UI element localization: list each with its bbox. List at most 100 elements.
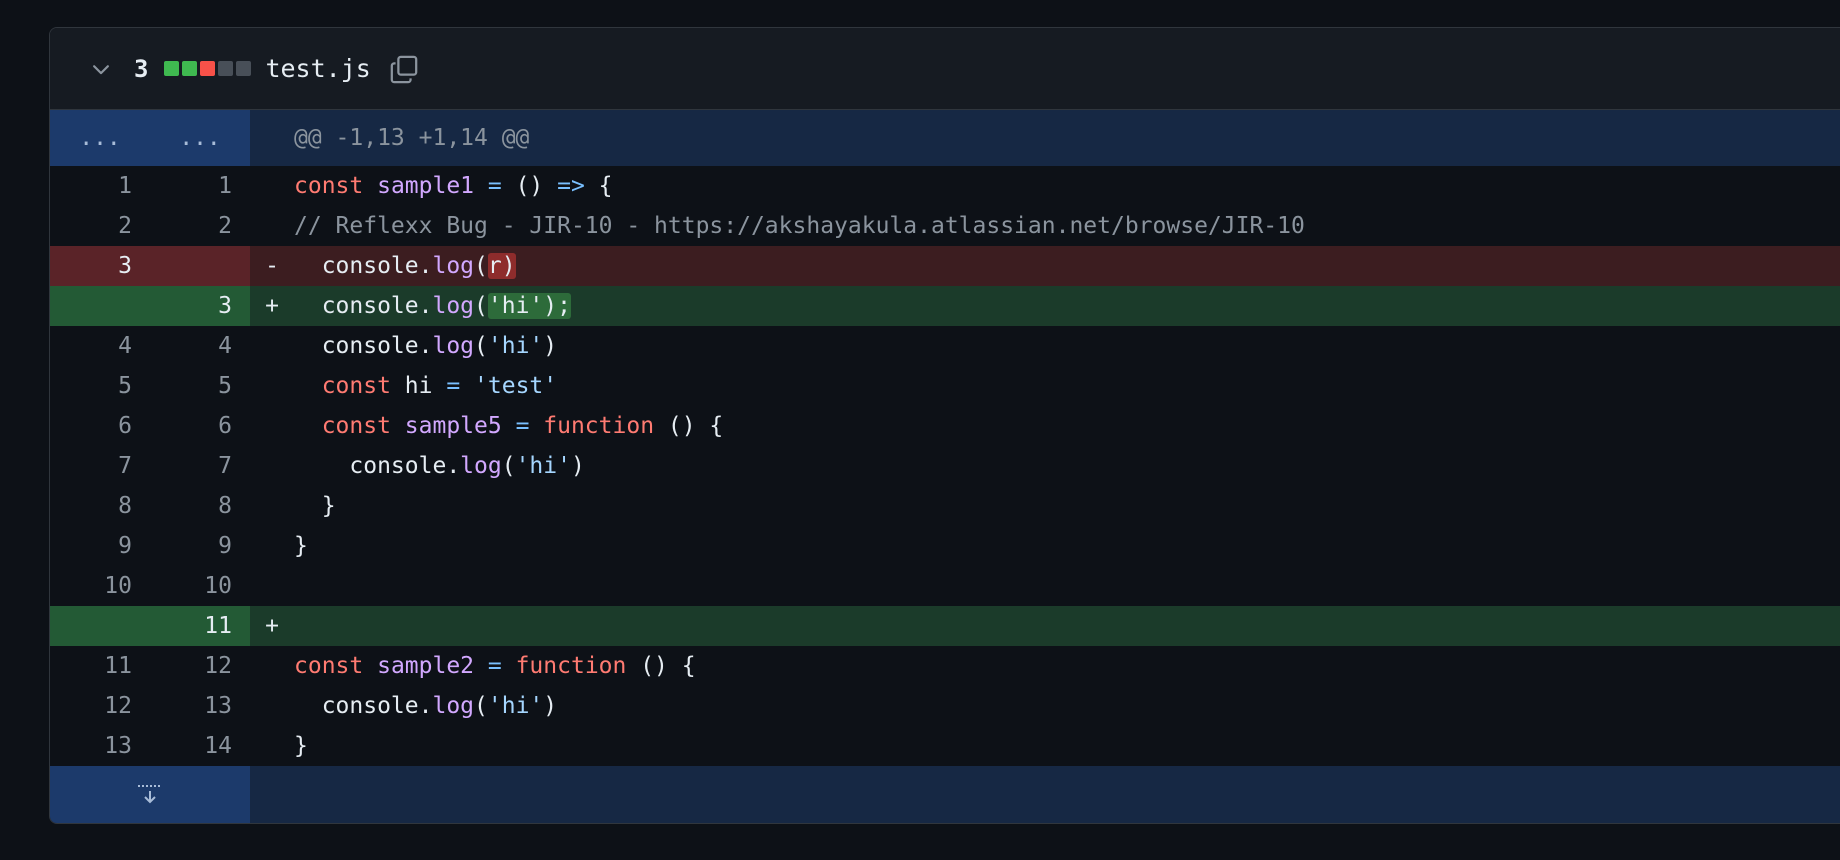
code-token: // Reflexx Bug - JIR-10 - https://akshay… <box>294 213 1305 239</box>
code-token: const <box>294 653 378 679</box>
new-line-number[interactable]: 5 <box>150 366 250 406</box>
code-token: log <box>432 293 475 319</box>
code-token: sample2 <box>377 653 475 679</box>
old-line-number[interactable]: 6 <box>50 406 150 446</box>
old-line-number[interactable]: 7 <box>50 446 150 486</box>
code-token: sample5 <box>404 413 502 439</box>
file-name[interactable]: test.js <box>265 54 370 83</box>
code-line: console.log('hi'); <box>294 286 1840 326</box>
code-token: } <box>294 493 336 519</box>
new-line-number[interactable]: 12 <box>150 646 250 686</box>
code-token: ( <box>474 253 488 279</box>
diff-marker: + <box>265 613 279 639</box>
code-token: hi <box>404 373 447 399</box>
old-line-number[interactable]: 9 <box>50 526 150 566</box>
change-count: 3 <box>134 54 149 83</box>
new-line-number[interactable]: 11 <box>150 606 250 646</box>
diff-marker <box>250 406 294 446</box>
old-line-number[interactable]: 13 <box>50 726 150 766</box>
new-line-number[interactable]: 9 <box>150 526 250 566</box>
code-token: ( <box>474 293 488 319</box>
file-header: 3 test.js <box>50 28 1840 110</box>
hunk-expand-up[interactable]: ... ... <box>50 110 250 166</box>
old-line-number[interactable] <box>50 286 150 326</box>
diff-table: ... ... @@ -1,13 +1,14 @@ 1 1 const sample… <box>50 110 1840 823</box>
diffstat-block <box>182 61 198 76</box>
old-line-number[interactable]: 8 <box>50 486 150 526</box>
code-token: = <box>446 373 475 399</box>
code-line: console.log('hi') <box>294 686 1840 726</box>
context-line-row: 13 14} <box>50 726 1840 766</box>
context-line-row: 11 12 const sample2 = function () { <box>50 646 1840 686</box>
diff-marker <box>250 366 294 406</box>
code-token: ) <box>570 453 585 479</box>
new-line-number[interactable]: 3 <box>150 286 250 326</box>
code-token: log <box>460 453 502 479</box>
code-token: => <box>557 173 585 199</box>
copy-icon[interactable] <box>387 52 421 86</box>
diff-marker: - <box>265 253 279 279</box>
old-line-number[interactable]: 11 <box>50 646 150 686</box>
context-line-row: 12 13 console.log('hi') <box>50 686 1840 726</box>
new-line-number[interactable] <box>150 246 250 286</box>
code-token: 'hi'); <box>487 293 571 319</box>
old-line-number[interactable]: 10 <box>50 566 150 606</box>
diffstat-block <box>218 61 234 76</box>
diffstat-block <box>200 61 216 76</box>
code-line: console.log('hi') <box>294 326 1840 366</box>
new-line-number[interactable]: 8 <box>150 486 250 526</box>
added-line-row: 11 + <box>50 606 1840 646</box>
new-line-number[interactable]: 13 <box>150 686 250 726</box>
code-token: () <box>515 173 558 199</box>
new-line-number[interactable]: 6 <box>150 406 250 446</box>
code-token: 'test' <box>474 373 558 399</box>
old-line-number[interactable]: 12 <box>50 686 150 726</box>
context-line-row: 66 const sample5 = function () { <box>50 406 1840 446</box>
context-line-row: 55 const hi = 'test' <box>50 366 1840 406</box>
new-line-number[interactable]: 10 <box>150 566 250 606</box>
old-line-number[interactable]: 3 <box>50 246 150 286</box>
code-token: sample1 <box>377 173 475 199</box>
code-token: ( <box>501 453 516 479</box>
old-line-number[interactable] <box>50 606 150 646</box>
diffstat-bar <box>164 61 252 76</box>
new-line-number[interactable]: 1 <box>150 166 250 206</box>
old-line-number[interactable]: 4 <box>50 326 150 366</box>
diffstat-block <box>236 61 252 76</box>
code-token: = <box>474 653 516 679</box>
code-line: // Reflexx Bug - JIR-10 - https://akshay… <box>294 206 1840 246</box>
context-line-row: 88 } <box>50 486 1840 526</box>
code-token: r) <box>487 253 516 279</box>
hunk-header: @@ -1,13 +1,14 @@ <box>294 125 530 151</box>
old-line-number[interactable]: 5 <box>50 366 150 406</box>
diff-marker: + <box>265 293 279 319</box>
diff-marker <box>250 526 294 566</box>
code-token: ( <box>474 333 488 359</box>
new-line-number[interactable]: 14 <box>150 726 250 766</box>
old-line-number[interactable]: 2 <box>50 206 150 246</box>
code-token: 'hi' <box>487 693 544 719</box>
code-token: = <box>474 173 516 199</box>
code-token: function <box>543 413 668 439</box>
code-token: log <box>432 333 475 359</box>
code-token: () { <box>640 653 696 679</box>
expand-down-icon[interactable] <box>50 766 250 823</box>
code-line: const hi = 'test' <box>294 366 1840 406</box>
code-token: () { <box>667 413 724 439</box>
new-line-number[interactable]: 7 <box>150 446 250 486</box>
new-line-number[interactable]: 2 <box>150 206 250 246</box>
diff-marker <box>250 726 294 766</box>
code-line: } <box>294 726 1840 766</box>
diffstat-block <box>164 61 180 76</box>
code-line: } <box>294 526 1840 566</box>
diff-marker <box>250 446 294 486</box>
code-line: } <box>294 486 1840 526</box>
chevron-down-icon[interactable] <box>88 56 114 82</box>
code-line: console.log(r) <box>294 246 1840 286</box>
old-line-number[interactable]: 1 <box>50 166 150 206</box>
diff-marker <box>250 206 294 246</box>
code-line: console.log('hi') <box>294 446 1840 486</box>
context-line-row: 77 console.log('hi') <box>50 446 1840 486</box>
new-line-number[interactable]: 4 <box>150 326 250 366</box>
